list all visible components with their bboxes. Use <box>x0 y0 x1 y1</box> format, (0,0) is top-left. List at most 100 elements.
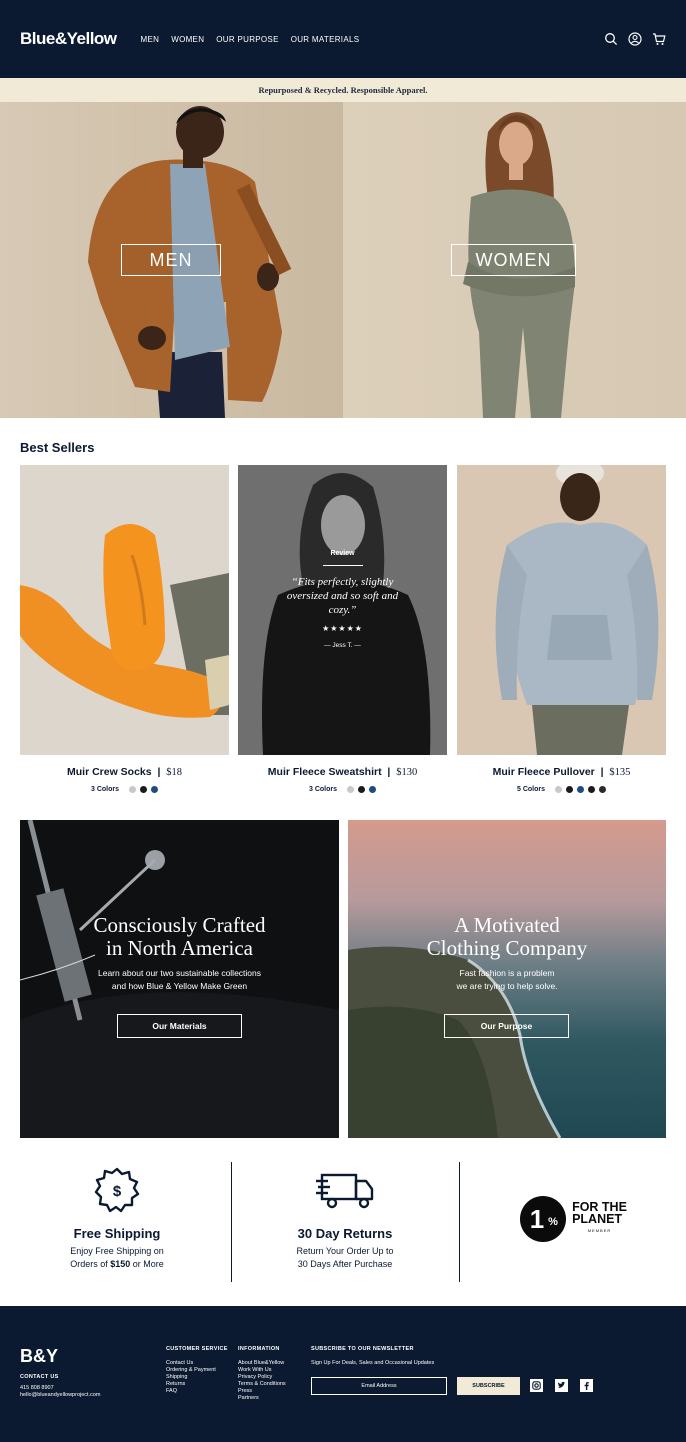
contact-email[interactable]: hello@blueandyellowproject.com <box>20 1392 101 1399</box>
main-nav: MEN WOMEN OUR PURPOSE OUR MATERIALS <box>141 35 360 44</box>
footer-link[interactable]: About Blue&Yellow <box>238 1360 286 1367</box>
feature-materials[interactable]: Consciously Crafted in North America Lea… <box>20 820 339 1138</box>
product-image[interactable]: Review “Fits perfectly, slightly oversiz… <box>238 465 447 755</box>
color-swatch[interactable] <box>151 786 158 793</box>
product-image[interactable] <box>20 465 229 755</box>
newsletter-title: SUBSCRIBE TO OUR NEWSLETTER <box>311 1346 414 1352</box>
review-divider <box>322 565 363 566</box>
best-sellers-title: Best Sellers <box>20 440 95 455</box>
returns-block: 30 Day Returns Return Your Order Up to 3… <box>240 1165 450 1271</box>
one-percent-planet-logo[interactable]: 1 % FOR THE PLANET MEMBER <box>468 1195 678 1243</box>
product-image[interactable] <box>457 465 666 755</box>
footer-logo[interactable]: B&Y <box>20 1346 58 1367</box>
free-shipping-title: Free Shipping <box>73 1226 161 1241</box>
review-overlay: Review “Fits perfectly, slightly oversiz… <box>238 550 447 649</box>
footer-link[interactable]: Terms & Conditions <box>238 1381 286 1388</box>
hero-men-button[interactable]: MEN <box>121 244 221 276</box>
brand-logo[interactable]: Blue&Yellow <box>20 29 117 49</box>
brand-member: MEMBER <box>587 1228 612 1233</box>
footer-link[interactable]: Work With Us <box>238 1367 286 1374</box>
colors-count: 3 Colors <box>90 786 119 793</box>
svg-text:%: % <box>548 1216 558 1228</box>
color-swatch[interactable] <box>599 786 606 793</box>
feature-title: Consciously Crafted in North America <box>93 913 266 960</box>
facebook-icon[interactable] <box>580 1379 593 1392</box>
footer-link[interactable]: Partners <box>238 1395 286 1402</box>
nav-women[interactable]: WOMEN <box>171 35 204 44</box>
color-swatch[interactable] <box>566 786 573 793</box>
email-input[interactable]: Email Address <box>311 1377 447 1395</box>
color-swatch[interactable] <box>577 786 584 793</box>
footer-link[interactable]: Ordering & Payment <box>166 1367 228 1374</box>
color-swatch[interactable] <box>588 786 595 793</box>
returns-text: Return Your Order Up to 30 Days After Pu… <box>296 1246 394 1269</box>
footer-link[interactable]: Returns <box>166 1381 228 1388</box>
feature-subtitle: Fast fashion is a problem we are trying … <box>456 968 558 991</box>
account-icon[interactable] <box>628 32 642 46</box>
review-label: Review <box>330 550 355 557</box>
footer-link[interactable]: Contact Us <box>166 1360 228 1367</box>
product-price: $130 <box>396 767 418 778</box>
footer-link[interactable]: Press <box>238 1388 286 1395</box>
divider <box>231 1162 232 1282</box>
our-materials-button[interactable]: Our Materials <box>117 1014 242 1038</box>
one-percent-icon: 1 % <box>520 1196 567 1242</box>
review-author: — Jess T. — <box>324 642 361 649</box>
nav-our-purpose[interactable]: OUR PURPOSE <box>216 35 278 44</box>
footer-link[interactable]: Shipping <box>166 1374 228 1381</box>
contact-title: CONTACT US <box>20 1374 59 1380</box>
color-swatch[interactable] <box>358 786 365 793</box>
brand-line-2: PLANET <box>572 1212 623 1226</box>
review-quote: “Fits perfectly, slightly oversized and … <box>286 576 399 616</box>
subscribe-button[interactable]: SUBSCRIBE <box>457 1377 520 1395</box>
product-name[interactable]: Muir Crew Socks | $18 <box>20 766 229 778</box>
newsletter-block: SUBSCRIBE TO OUR NEWSLETTER Sign Up For … <box>311 1346 434 1367</box>
hero-men-panel[interactable]: MEN <box>0 102 343 418</box>
announcement-text: Repurposed & Recycled. Responsible Appar… <box>258 85 428 95</box>
colors-count: 3 Colors <box>308 786 337 793</box>
cart-icon[interactable] <box>652 32 666 46</box>
feature-purpose[interactable]: A Motivated Clothing Company Fast fashio… <box>348 820 666 1138</box>
product-card[interactable]: Muir Crew Socks | $18 3 Colors <box>20 465 229 793</box>
footer-link[interactable]: FAQ <box>166 1388 228 1395</box>
free-shipping-text: Enjoy Free Shipping on Orders of $150 or… <box>70 1246 164 1269</box>
product-card[interactable]: Review “Fits perfectly, slightly oversiz… <box>238 465 447 793</box>
product-name[interactable]: Muir Fleece Sweatshirt | $130 <box>238 766 447 778</box>
announcement-bar: Repurposed & Recycled. Responsible Appar… <box>0 78 686 102</box>
returns-title: 30 Day Returns <box>297 1226 393 1241</box>
divider <box>459 1162 460 1282</box>
svg-text:$: $ <box>113 1183 122 1200</box>
product-price: $135 <box>609 767 631 778</box>
contact-block: CONTACT US 415 808 8907 hello@blueandyel… <box>20 1374 101 1399</box>
color-swatch[interactable] <box>129 786 136 793</box>
our-purpose-button[interactable]: Our Purpose <box>444 1014 569 1038</box>
search-icon[interactable] <box>604 32 618 46</box>
color-swatch[interactable] <box>555 786 562 793</box>
twitter-icon[interactable] <box>555 1379 568 1392</box>
customer-service-column: CUSTOMER SERVICE Contact Us Ordering & P… <box>166 1346 228 1395</box>
color-options: 5 Colors <box>457 786 666 793</box>
site-footer: B&Y CONTACT US 415 808 8907 hello@bluean… <box>0 1306 686 1442</box>
information-column: INFORMATION About Blue&Yellow Work With … <box>238 1346 286 1402</box>
newsletter-subtitle: Sign Up For Deals, Sales and Occasional … <box>311 1360 435 1366</box>
information-title: INFORMATION <box>238 1346 280 1352</box>
color-swatch[interactable] <box>140 786 147 793</box>
hero: MEN WOMEN <box>0 102 686 418</box>
color-swatch[interactable] <box>347 786 354 793</box>
product-name[interactable]: Muir Fleece Pullover | $135 <box>457 766 666 778</box>
color-options: 3 Colors <box>238 786 447 793</box>
nav-our-materials[interactable]: OUR MATERIALS <box>291 35 360 44</box>
footer-link[interactable]: Privacy Policy <box>238 1374 286 1381</box>
color-swatch[interactable] <box>369 786 376 793</box>
feature-subtitle: Learn about our two sustainable collecti… <box>97 968 262 991</box>
contact-phone[interactable]: 415 808 8907 <box>20 1385 101 1392</box>
product-card[interactable]: Muir Fleece Pullover | $135 5 Colors <box>457 465 666 793</box>
hero-women-panel[interactable]: WOMEN <box>343 102 686 418</box>
product-price: $18 <box>166 767 182 778</box>
hero-women-button[interactable]: WOMEN <box>451 244 576 276</box>
one-percent-planet-block[interactable]: 1 % FOR THE PLANET MEMBER <box>468 1195 678 1243</box>
truck-icon <box>314 1165 376 1220</box>
nav-men[interactable]: MEN <box>141 35 160 44</box>
colors-count: 5 Colors <box>516 786 545 793</box>
instagram-icon[interactable] <box>530 1379 543 1392</box>
